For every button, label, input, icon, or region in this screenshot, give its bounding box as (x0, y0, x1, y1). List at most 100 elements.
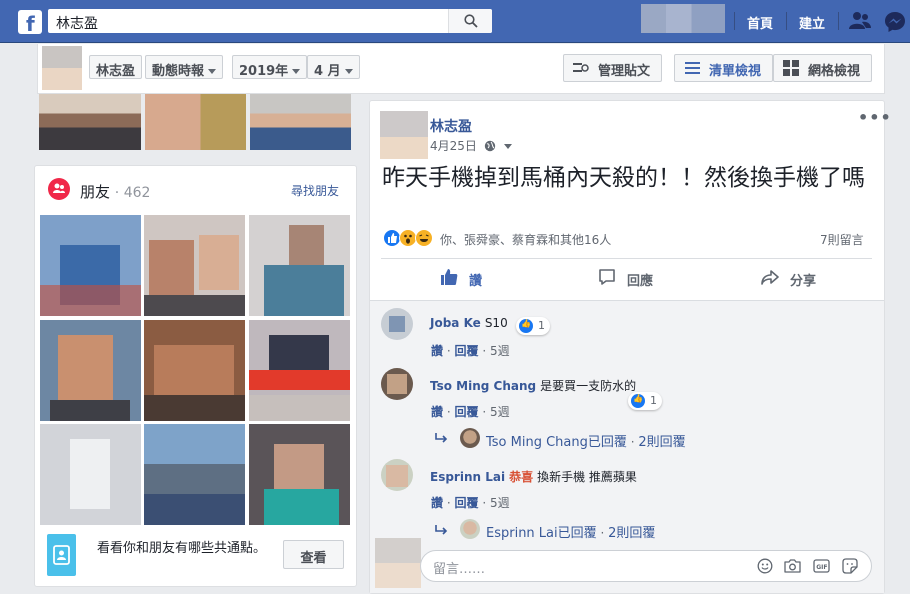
comment-count[interactable]: 7則留言 (820, 231, 864, 248)
search-button[interactable] (448, 9, 492, 33)
commenter-name[interactable]: Esprinn Lai (430, 470, 505, 484)
comment-like-count[interactable]: 1 (516, 317, 550, 335)
nav-create-link[interactable]: 建立 (799, 13, 825, 32)
profile-thumbnail[interactable] (42, 46, 82, 90)
friend-tile[interactable] (144, 215, 245, 316)
like-icon (631, 394, 645, 408)
contacts-icon (47, 534, 76, 576)
post-author-name[interactable]: 林志盈 (430, 116, 472, 136)
comment-placeholder[interactable]: 留言…… (433, 558, 485, 577)
friend-tile[interactable] (249, 424, 350, 525)
emoji-icon[interactable] (757, 558, 773, 574)
top-navigation-bar: f 林志盈 首頁 建立 (0, 0, 910, 43)
comment-time[interactable]: 5週 (490, 344, 510, 358)
comment-reply-link[interactable]: 回覆 (455, 496, 479, 510)
comment-icon (599, 269, 615, 285)
friend-tile[interactable] (144, 320, 245, 421)
timeline-dropdown[interactable]: 動態時報 (145, 55, 224, 79)
reply-avatar[interactable] (460, 428, 480, 448)
chevron-down-icon (208, 69, 217, 74)
like-icon (519, 319, 533, 333)
like-button[interactable]: 讚 (441, 269, 482, 289)
search-icon (464, 14, 478, 28)
comment-button[interactable]: 回應 (599, 269, 653, 289)
search-value[interactable]: 林志盈 (56, 13, 98, 33)
friends-icon[interactable] (849, 11, 871, 31)
reply-avatar[interactable] (460, 519, 480, 539)
chevron-down-icon (503, 144, 512, 149)
divider (370, 300, 884, 301)
search-input[interactable]: 林志盈 (48, 9, 492, 33)
comment-bubble: Joba Ke S10 (420, 309, 518, 339)
divider (381, 258, 872, 259)
share-icon (761, 270, 779, 285)
photo-thumbnail[interactable] (145, 94, 246, 150)
profile-avatar-blurred[interactable] (641, 4, 725, 33)
friend-tile[interactable] (249, 320, 350, 421)
photo-thumbnail[interactable] (39, 94, 141, 150)
see-button[interactable]: 查看 (283, 540, 344, 569)
more-options-icon[interactable]: ••• (858, 108, 892, 127)
author-avatar[interactable] (380, 111, 428, 159)
commenter-avatar[interactable] (381, 368, 413, 400)
friends-title[interactable]: 朋友 · 462 (80, 181, 150, 202)
friend-tile[interactable] (249, 215, 350, 316)
comment-like-link[interactable]: 讚 (431, 405, 443, 419)
nav-home-link[interactable]: 首頁 (747, 13, 773, 32)
sticker-icon[interactable] (842, 558, 858, 574)
comment-reply-link[interactable]: 回覆 (455, 344, 479, 358)
comment-like-link[interactable]: 讚 (431, 344, 443, 358)
comment-like-link[interactable]: 讚 (431, 496, 443, 510)
camera-icon[interactable] (784, 558, 801, 574)
comment-input[interactable] (420, 550, 872, 582)
chevron-down-icon (292, 69, 301, 74)
commenter-avatar[interactable] (381, 459, 413, 491)
my-avatar (375, 538, 421, 588)
list-icon (685, 62, 700, 74)
friends-count: · 462 (114, 185, 151, 201)
photo-thumbnail[interactable] (250, 94, 351, 150)
view-replies-link[interactable]: Esprinn Lai已回覆 · 2則回覆 (486, 522, 655, 541)
haha-reaction-icon (415, 229, 433, 247)
manage-posts-button[interactable]: 管理貼文 (563, 54, 662, 82)
comment-time[interactable]: 5週 (490, 405, 510, 419)
friend-tile[interactable] (144, 424, 245, 525)
profile-name-button[interactable]: 林志盈 (89, 55, 143, 79)
list-view-button[interactable]: 清單檢視 (674, 54, 773, 82)
globe-icon (484, 140, 495, 152)
month-dropdown[interactable]: 4 月 (307, 55, 360, 79)
friend-tile[interactable] (40, 215, 141, 316)
comment-text: 是要買一支防水的 (540, 379, 637, 393)
reply-arrow-icon (435, 525, 448, 535)
view-replies-link[interactable]: Tso Ming Chang已回覆 · 2則回覆 (486, 431, 686, 450)
nav-divider (734, 12, 735, 30)
reply-arrow-icon (435, 433, 448, 443)
comment-text: S10 (484, 316, 508, 330)
find-friends-link[interactable]: 尋找朋友 (291, 182, 339, 199)
common-friends-prompt: 看看你和朋友有哪些共通點。 (97, 541, 267, 556)
commenter-name[interactable]: Tso Ming Chang (430, 379, 536, 393)
post-text: 昨天手機掉到馬桶內天殺的！！然後換手機了嗎 (382, 165, 865, 191)
commenter-avatar[interactable] (381, 308, 413, 340)
chevron-down-icon (344, 69, 353, 74)
comment-bubble: Esprinn Lai 恭喜 換新手機 推薦蘋果 (420, 461, 647, 491)
share-button[interactable]: 分享 (761, 270, 816, 289)
post-date[interactable]: 4月25日 (430, 137, 512, 154)
comment-actions: 讚 · 回覆 · 5週 (431, 344, 510, 358)
friend-tile[interactable] (40, 320, 141, 421)
comment-actions: 讚 · 回覆 · 5週 (431, 496, 510, 510)
nav-divider (838, 12, 839, 30)
comment-like-count[interactable]: 1 (628, 392, 662, 410)
reactions-summary[interactable]: 你、張舜豪、蔡育霖和其他16人 (440, 231, 611, 248)
svg-text:GIF: GIF (816, 564, 827, 571)
messenger-icon[interactable] (884, 11, 906, 33)
grid-view-button[interactable]: 網格檢視 (773, 54, 872, 82)
comment-time[interactable]: 5週 (490, 496, 510, 510)
reactions-icons[interactable] (383, 229, 435, 249)
facebook-logo-icon[interactable]: f (18, 10, 42, 36)
comment-reply-link[interactable]: 回覆 (455, 405, 479, 419)
gif-icon[interactable]: GIF (813, 558, 830, 574)
year-dropdown[interactable]: 2019年 (232, 55, 308, 79)
friend-tile[interactable] (40, 424, 141, 525)
commenter-name[interactable]: Joba Ke (430, 316, 481, 330)
